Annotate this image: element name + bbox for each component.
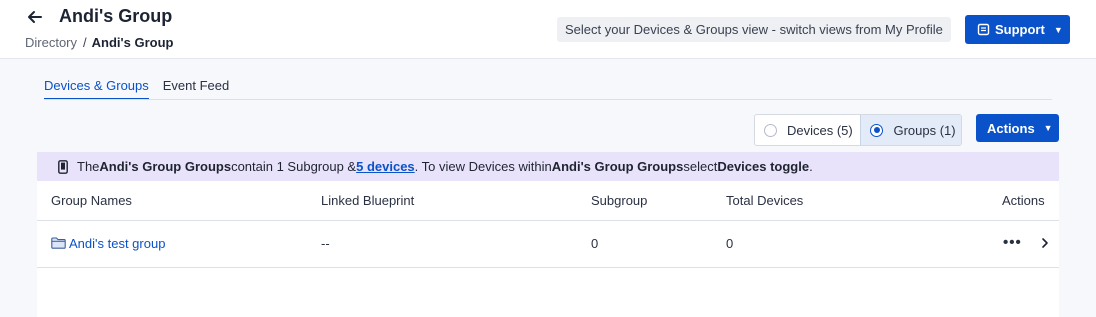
linked-blueprint-value: -- <box>321 236 330 251</box>
tab-bar: Devices & Groups Event Feed <box>44 78 229 100</box>
info-banner: The ​Andi's Group Groups contain 1 Subgr… <box>37 152 1059 181</box>
actions-button[interactable]: Actions ▼ <box>976 114 1059 142</box>
banner-text-5: . <box>809 159 813 174</box>
breadcrumb-separator: / <box>83 35 87 50</box>
view-hint-text: Select your Devices & Groups view - swit… <box>557 17 951 42</box>
banner-text-4: select <box>683 159 718 174</box>
group-name-link[interactable]: Andi's test group <box>69 236 165 251</box>
breadcrumb-current: Andi's Group <box>91 35 174 50</box>
devices-groups-toggle: Devices (5) Groups (1) <box>754 114 962 146</box>
toggle-devices-label: Devices (5) <box>787 122 853 138</box>
chevron-right-icon[interactable] <box>1041 237 1049 249</box>
column-header-total-devices[interactable]: Total Devices <box>726 193 803 208</box>
table-header: Group Names Linked Blueprint Subgroup To… <box>37 181 1059 221</box>
column-header-group-names[interactable]: Group Names <box>51 193 132 208</box>
more-options-icon[interactable]: ••• <box>1003 234 1022 251</box>
banner-text-3: . To view Devices within <box>414 159 552 174</box>
toggle-groups-label: Groups (1) <box>893 122 956 138</box>
banner-devices-link[interactable]: 5 devices <box>356 159 415 174</box>
mobile-device-icon <box>58 159 68 174</box>
column-header-linked-blueprint[interactable]: Linked Blueprint <box>321 193 414 208</box>
banner-devices-toggle-text: Devices toggle <box>717 159 810 174</box>
page-header: Andi's Group Directory / Andi's Group Sele… <box>0 0 1096 59</box>
banner-group-name-1: Andi's Group Groups <box>99 159 232 174</box>
column-header-actions: Actions <box>1002 193 1045 208</box>
banner-text-1: The <box>77 159 100 174</box>
table-row[interactable]: Andi's test group -- 0 0 ••• <box>37 221 1059 268</box>
banner-text-2: contain 1 Subgroup & <box>231 159 357 174</box>
chevron-down-icon: ▼ <box>1053 24 1063 35</box>
page-title: Andi's Group <box>59 6 173 26</box>
toggle-groups-option[interactable]: Groups (1) <box>860 115 961 145</box>
breadcrumb-directory-link[interactable]: Directory <box>25 35 77 50</box>
toggle-devices-option[interactable]: Devices (5) <box>755 115 860 145</box>
groups-radio[interactable] <box>870 123 884 137</box>
tab-devices-groups[interactable]: Devices & Groups <box>44 78 149 100</box>
subgroup-count: 0 <box>591 236 599 251</box>
folder-icon <box>51 237 66 249</box>
total-devices-count: 0 <box>726 236 734 251</box>
chevron-down-icon: ▼ <box>1043 123 1053 133</box>
groups-table: Group Names Linked Blueprint Subgroup To… <box>37 181 1059 317</box>
tab-event-feed[interactable]: Event Feed <box>163 78 230 100</box>
breadcrumb: Directory / Andi's Group <box>25 35 173 50</box>
back-arrow-icon[interactable] <box>25 7 45 27</box>
main-content: Devices & Groups Event Feed Devices (5) … <box>37 59 1059 317</box>
support-button-label: Support <box>995 22 1045 37</box>
banner-group-name-2: Andi's Group Groups <box>551 159 684 174</box>
tabs-divider <box>44 99 1052 100</box>
actions-button-label: Actions <box>987 120 1035 136</box>
support-button[interactable]: Support ▼ <box>965 15 1070 44</box>
column-header-subgroup[interactable]: Subgroup <box>591 193 647 208</box>
support-doc-icon <box>977 23 990 36</box>
devices-radio[interactable] <box>764 123 777 137</box>
